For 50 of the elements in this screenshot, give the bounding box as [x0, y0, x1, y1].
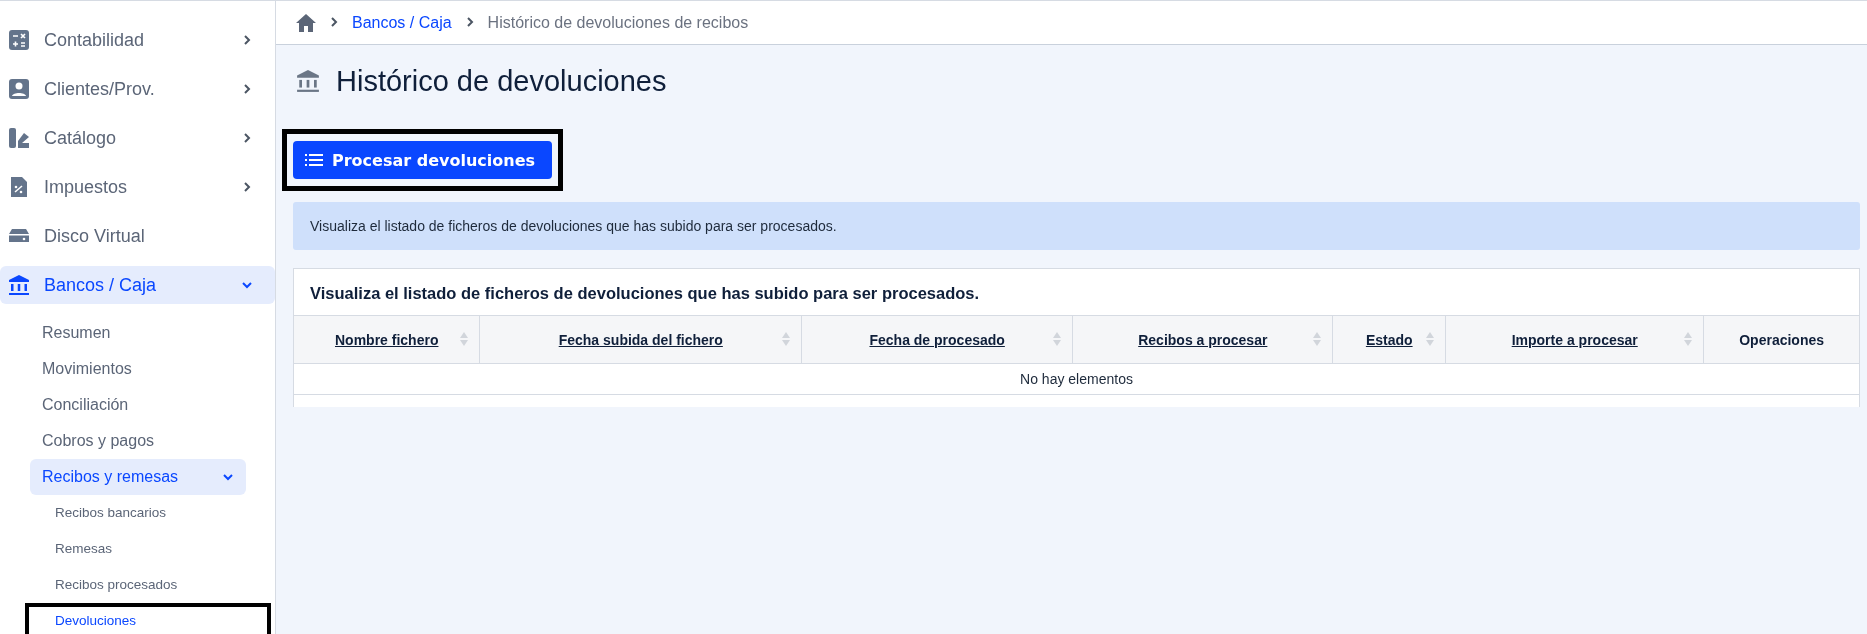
- sidebar-subitem[interactable]: Cobros y pagos: [30, 423, 246, 459]
- column-header[interactable]: Nombre fichero: [294, 315, 480, 364]
- sort-icon[interactable]: [1052, 331, 1063, 347]
- chevron-icon: [241, 34, 253, 46]
- chevron-icon: [241, 132, 253, 144]
- chevron-icon: [222, 471, 234, 483]
- chevron-icon: [241, 279, 253, 291]
- column-header[interactable]: Estado: [1332, 315, 1446, 364]
- sidebar-subitem[interactable]: Recibos procesados: [25, 567, 271, 603]
- bank-icon: [296, 69, 320, 93]
- column-header[interactable]: Fecha subida del fichero: [479, 315, 802, 364]
- column-header[interactable]: Recibos a procesar: [1072, 315, 1333, 364]
- sort-icon[interactable]: [1312, 331, 1323, 347]
- sidebar-subitem[interactable]: Devoluciones: [25, 603, 271, 634]
- bank-icon: [8, 274, 30, 296]
- catalog-icon: [8, 127, 30, 149]
- page-title: Histórico de devoluciones: [336, 64, 667, 98]
- sidebar-item[interactable]: Disco Virtual: [0, 217, 275, 255]
- sidebar-item[interactable]: Impuestos: [0, 168, 275, 206]
- sort-icon[interactable]: [1425, 331, 1436, 347]
- column-header[interactable]: Fecha de procesado: [801, 315, 1073, 364]
- sidebar-subitem[interactable]: Movimientos: [30, 351, 246, 387]
- empty-message: No hay elementos: [294, 363, 1859, 395]
- sidebar-subitem[interactable]: Conciliación: [30, 387, 246, 423]
- sort-icon[interactable]: [1683, 331, 1694, 347]
- sidebar-subitem[interactable]: Resumen: [30, 315, 246, 351]
- breadcrumb-link[interactable]: Bancos / Caja: [352, 13, 452, 32]
- chevron-icon: [241, 83, 253, 95]
- sidebar-subitem[interactable]: Remesas: [25, 531, 271, 567]
- sidebar-subitem[interactable]: Recibos bancarios: [25, 495, 271, 531]
- sidebar-subitem[interactable]: Recibos y remesas: [30, 459, 246, 495]
- sidebar-item[interactable]: Bancos / Caja: [0, 266, 275, 304]
- card-title: Visualiza el listado de ficheros de devoluciones que has subido para ser procesados.: [309, 283, 981, 304]
- breadcrumb-current: Histórico de devoluciones de recibos: [487, 13, 749, 32]
- info-banner: Visualiza el listado de ficheros de devoluciones que has subido para ser procesados.: [293, 202, 1860, 250]
- chevron-icon: [328, 15, 340, 28]
- calculator-icon: [8, 29, 30, 51]
- sidebar-item[interactable]: Catálogo: [0, 119, 275, 157]
- chevron-icon: [241, 181, 253, 193]
- person-icon: [8, 78, 30, 100]
- sort-icon[interactable]: [781, 331, 792, 347]
- home-icon[interactable]: [296, 13, 316, 32]
- column-header: Operaciones: [1703, 315, 1859, 364]
- column-header[interactable]: Importe a procesar: [1445, 315, 1704, 364]
- sidebar-item[interactable]: Contabilidad: [0, 21, 275, 59]
- list-icon: [305, 153, 323, 167]
- process-button[interactable]: Procesar devoluciones: [293, 141, 553, 179]
- sidebar-item[interactable]: Clientes/Prov.: [0, 70, 275, 108]
- sort-icon[interactable]: [459, 331, 470, 347]
- tax-icon: [8, 176, 30, 198]
